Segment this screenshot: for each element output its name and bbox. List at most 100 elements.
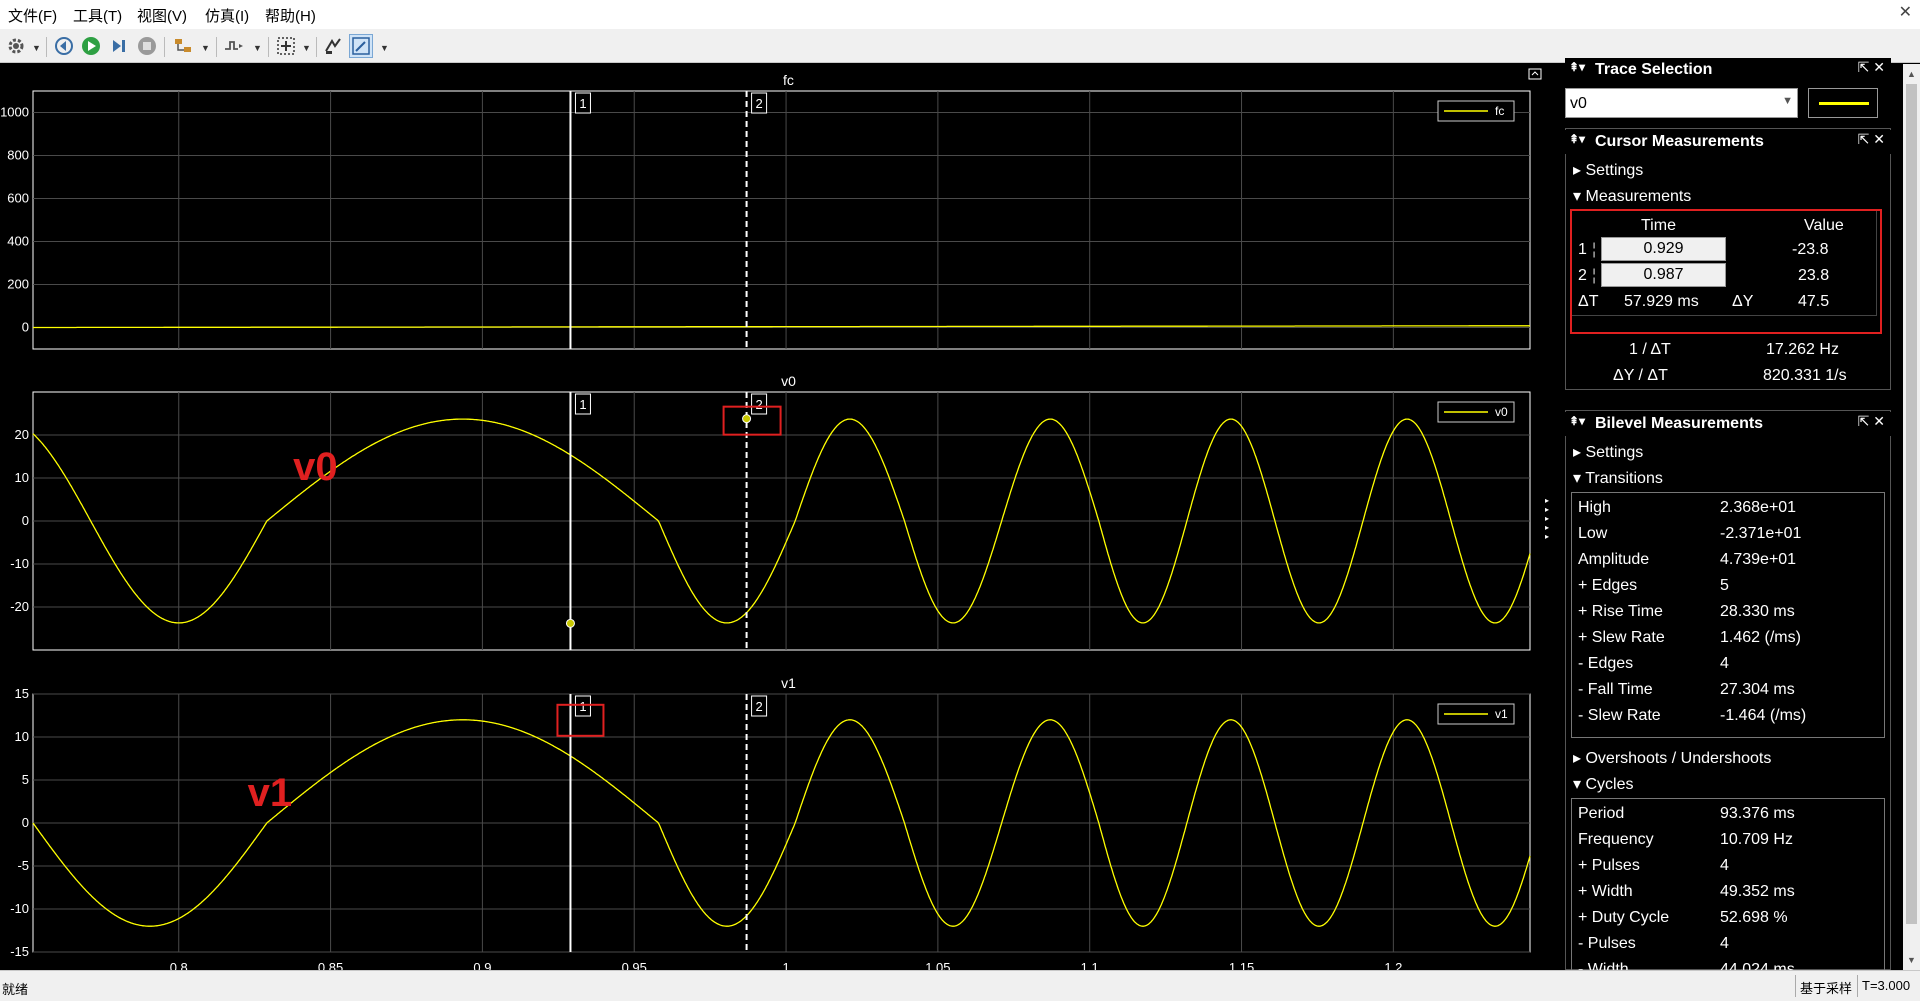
y-tick-label: 10 <box>15 470 29 485</box>
y-tick-label: 0 <box>22 815 29 830</box>
undock-icon[interactable] <box>1527 66 1543 82</box>
highlight-icon[interactable] <box>171 34 195 58</box>
menu-tools[interactable]: 工具(T) <box>73 5 122 26</box>
chevron-down-icon[interactable]: ▼ <box>253 43 262 53</box>
close-icon[interactable]: ⇱ ✕ <box>1858 413 1885 430</box>
slope-value: 820.331 1/s <box>1763 367 1847 384</box>
x-tick-label: 1.15 <box>1229 960 1254 970</box>
close-icon[interactable]: ✕ <box>1899 2 1912 22</box>
scope-plots[interactable]: fc10008006004002000fc1 2v020100-10-20v01 2… <box>0 64 1553 970</box>
measurement-value: 5 <box>1720 577 1729 594</box>
sim-time: T=3.000 <box>1857 975 1914 997</box>
plot-area: fc 1000 800 600 400 200 0 fc 1 2 v0 20 10 0 -10 -20 v0 1 2… <box>0 64 1553 970</box>
trigger-icon[interactable] <box>222 34 246 58</box>
cursor-settings-toggle[interactable]: ▸ Settings <box>1573 160 1643 180</box>
pin-icon[interactable]: ⇞▾ <box>1569 132 1585 146</box>
y-tick-label: -5 <box>17 858 29 873</box>
legend-label: v1 <box>1495 707 1508 721</box>
zoom-icon[interactable] <box>274 34 298 58</box>
measurement-label: - Slew Rate <box>1578 707 1661 724</box>
run-icon[interactable] <box>79 34 103 58</box>
close-icon[interactable]: ⇱ ✕ <box>1858 59 1885 76</box>
cursor-label: 1 <box>579 96 586 111</box>
x-tick-label: 1.2 <box>1384 960 1402 970</box>
panel-collapse-handle[interactable]: ▸ ▸ ▸ ▸ ▸ <box>1545 496 1553 556</box>
measurement-value: 2.368e+01 <box>1720 499 1797 516</box>
trace-color-swatch[interactable] <box>1808 88 1878 118</box>
chevron-down-icon[interactable]: ▼ <box>32 43 41 53</box>
y-tick-label: 15 <box>15 686 29 701</box>
measurement-label: + Edges <box>1578 577 1638 594</box>
pin-icon[interactable]: ⇞▾ <box>1569 414 1585 428</box>
close-icon[interactable]: ⇱ ✕ <box>1858 131 1885 148</box>
style-icon[interactable] <box>321 34 345 58</box>
legend-label: fc <box>1495 104 1504 118</box>
cursor-measurements-title: Cursor Measurements <box>1595 133 1764 150</box>
cursor-icon[interactable] <box>349 34 373 58</box>
x-tick-label: 0.9 <box>473 960 491 970</box>
measurement-label: Period <box>1578 805 1625 822</box>
chevron-down-icon[interactable]: ▼ <box>380 43 389 53</box>
cursor-label: 2 <box>755 397 762 412</box>
plot-frame <box>32 90 1531 350</box>
measurement-label: + Pulses <box>1578 857 1640 874</box>
measurement-label: - Fall Time <box>1578 681 1653 698</box>
vertical-scrollbar[interactable]: ▲ ▼ <box>1903 64 1920 970</box>
overshoots-toggle[interactable]: ▸ Overshoots / Undershoots <box>1573 748 1771 768</box>
cursor-measurements-header: ⇞▾ Cursor Measurements ⇱ ✕ <box>1565 130 1891 154</box>
plot-title: v0 <box>781 373 796 389</box>
menu-help[interactable]: 帮助(H) <box>265 5 316 26</box>
cursor-measurements-toggle[interactable]: ▾ Measurements <box>1573 186 1691 206</box>
scroll-up-icon[interactable]: ▲ <box>1903 66 1920 82</box>
menu-file[interactable]: 文件(F) <box>8 5 57 26</box>
measurement-value: 4 <box>1720 857 1729 874</box>
bilevel-settings-toggle[interactable]: ▸ Settings <box>1573 442 1643 462</box>
plot-title: fc <box>783 72 794 88</box>
measurement-value: 1.462 (/ms) <box>1720 629 1801 646</box>
trace-select[interactable]: v0 ▼ <box>1565 88 1798 118</box>
menu-view[interactable]: 视图(V) <box>137 5 187 26</box>
step-forward-icon[interactable] <box>107 34 131 58</box>
annotation-label: v0 <box>293 445 338 489</box>
y-tick-label: -15 <box>10 944 29 959</box>
cursor-label: 1 <box>579 397 586 412</box>
scroll-down-icon[interactable]: ▼ <box>1903 952 1920 968</box>
transitions-label: Transitions <box>1585 470 1663 487</box>
measurement-label: - Pulses <box>1578 935 1636 952</box>
measurement-value: 10.709 Hz <box>1720 831 1793 848</box>
y-tick-label: 600 <box>7 191 29 206</box>
status-text: 就绪 <box>2 982 29 997</box>
measurement-value: 44.024 ms <box>1720 961 1795 970</box>
measurement-label: - Width <box>1578 961 1629 970</box>
y-tick-label: 400 <box>7 234 29 249</box>
trace-selection-header: ⇞▾ Trace Selection ⇱ ✕ <box>1565 58 1891 82</box>
scroll-thumb[interactable] <box>1906 84 1917 924</box>
stop-icon[interactable] <box>135 34 159 58</box>
measurement-label: + Rise Time <box>1578 603 1663 620</box>
plot-title: v1 <box>781 675 796 691</box>
y-tick-label: 1000 <box>0 105 29 120</box>
trace-selection-title: Trace Selection <box>1595 61 1713 78</box>
chevron-down-icon[interactable]: ▼ <box>302 43 311 53</box>
measurement-label: Frequency <box>1578 831 1654 848</box>
measurement-value: 28.330 ms <box>1720 603 1795 620</box>
settings-icon[interactable] <box>4 34 28 58</box>
y-tick-label: -10 <box>10 901 29 916</box>
cycles-toggle[interactable]: ▾ Cycles <box>1573 774 1634 794</box>
measurement-value: 52.698 % <box>1720 909 1788 926</box>
step-back-icon[interactable] <box>52 34 76 58</box>
sim-time-label: T=3.000 <box>1862 978 1911 993</box>
y-tick-label: 10 <box>15 729 29 744</box>
measurement-label: Amplitude <box>1578 551 1650 568</box>
measurement-value: 4.739e+01 <box>1720 551 1797 568</box>
transitions-toggle[interactable]: ▾ Transitions <box>1573 468 1663 488</box>
x-tick-label: 1.05 <box>925 960 950 970</box>
x-tick-label: 0.85 <box>318 960 343 970</box>
menu-simulation[interactable]: 仿真(I) <box>205 5 249 26</box>
cursor-settings-label: Settings <box>1585 162 1644 179</box>
cursor-point <box>565 618 575 628</box>
chevron-down-icon[interactable]: ▼ <box>201 43 210 53</box>
pin-icon[interactable]: ⇞▾ <box>1569 60 1585 74</box>
measurement-panel: ⇞▾ Trace Selection ⇱ ✕ v0 ▼ ⇞▾ Cursor Me… <box>1553 58 1903 970</box>
y-tick-label: 0 <box>22 513 29 528</box>
